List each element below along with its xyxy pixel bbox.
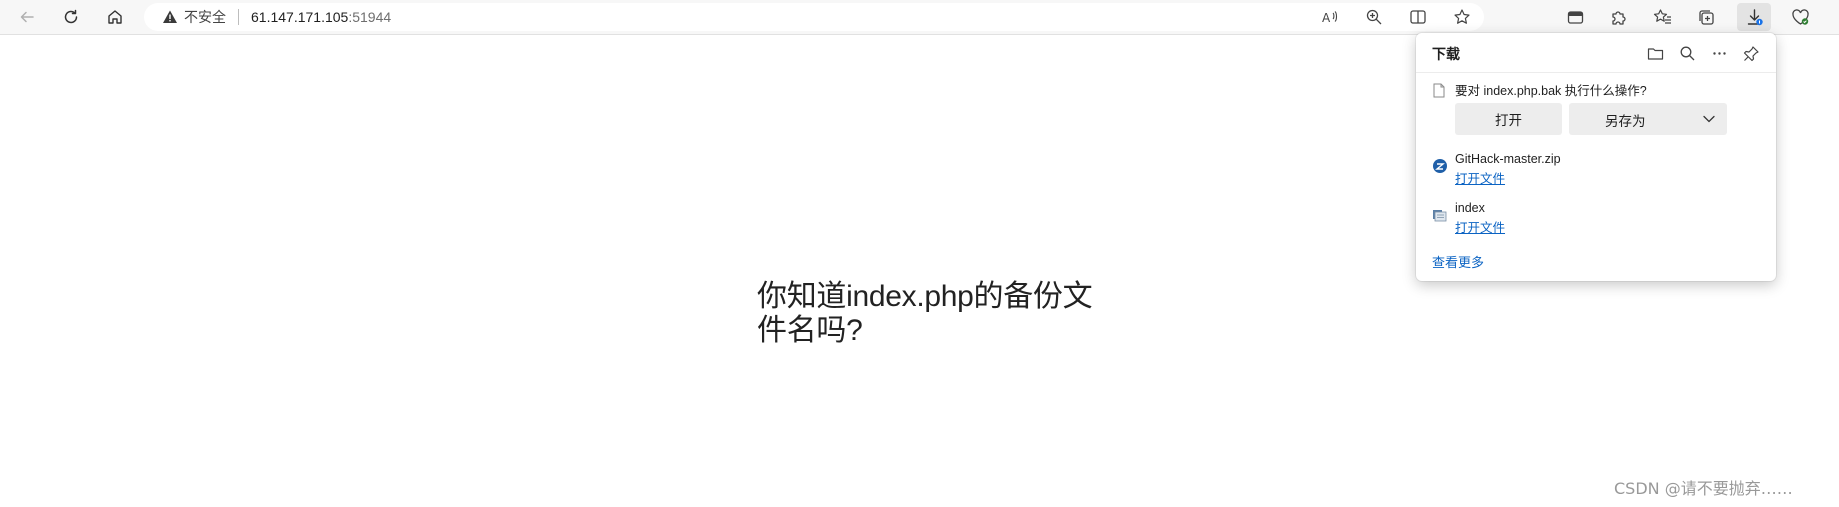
- zip-file-icon: [1433, 159, 1447, 173]
- save-as-label: 另存为: [1605, 114, 1646, 129]
- see-more-link[interactable]: 查看更多: [1432, 252, 1484, 271]
- open-downloads-folder-button[interactable]: [1642, 40, 1668, 66]
- address-bar-actions: A: [1308, 3, 1484, 31]
- downloads-panel: 下载 要对 index.php.bak 执行什么操作? 打开 另存为 GitHa…: [1416, 33, 1776, 281]
- blank-file-icon: [1433, 83, 1445, 98]
- pin-panel-button[interactable]: [1738, 40, 1764, 66]
- back-button[interactable]: [12, 3, 42, 31]
- collections-button[interactable]: [1689, 3, 1723, 31]
- puzzle-icon: [1611, 10, 1626, 25]
- pending-download-item: 要对 index.php.bak 执行什么操作? 打开 另存为: [1416, 73, 1776, 143]
- split-screen-icon: [1410, 10, 1426, 24]
- download-file-name: GitHack-master.zip: [1455, 152, 1561, 166]
- favorite-button[interactable]: [1440, 3, 1484, 31]
- star-icon: [1454, 9, 1470, 24]
- open-button[interactable]: 打开: [1455, 103, 1562, 135]
- search-downloads-button[interactable]: [1674, 40, 1700, 66]
- folder-icon: [1647, 47, 1663, 60]
- tab-actions-button[interactable]: [1558, 3, 1592, 31]
- download-item[interactable]: index 打开文件: [1416, 197, 1776, 241]
- refresh-icon: [64, 9, 78, 24]
- page-main-text: 你知道index.php的备份文件名吗?: [757, 280, 1093, 347]
- download-file-name: index: [1455, 201, 1485, 215]
- read-aloud-icon: A: [1322, 11, 1338, 25]
- zoom-in-icon: [1366, 9, 1382, 25]
- home-button[interactable]: [100, 3, 130, 31]
- zoom-button[interactable]: [1352, 3, 1396, 31]
- downloads-panel-header: 下载: [1416, 33, 1776, 73]
- url-host: 61.147.171.105: [251, 9, 349, 25]
- watermark-text: CSDN @请不要抛弃……: [1614, 479, 1793, 498]
- more-options-button[interactable]: [1706, 40, 1732, 66]
- extensions-button[interactable]: [1601, 3, 1635, 31]
- downloads-panel-title: 下载: [1432, 46, 1460, 62]
- home-icon: [108, 10, 122, 24]
- tab-actions-icon: [1567, 10, 1583, 24]
- save-as-button[interactable]: 另存为: [1569, 103, 1727, 135]
- download-item[interactable]: GitHack-master.zip 打开文件: [1416, 148, 1776, 192]
- arrow-left-icon: [20, 11, 34, 23]
- download-prompt-text: 要对 index.php.bak 执行什么操作?: [1455, 84, 1647, 98]
- download-icon: [1747, 8, 1763, 25]
- search-icon: [1680, 46, 1694, 60]
- split-screen-button[interactable]: [1396, 3, 1440, 31]
- generic-file-icon: [1433, 210, 1447, 222]
- more-horizontal-icon: [1712, 51, 1726, 55]
- open-file-link[interactable]: 打开文件: [1455, 168, 1505, 187]
- read-aloud-button[interactable]: A: [1308, 3, 1352, 31]
- collections-icon: [1698, 9, 1714, 25]
- browser-toolbar: 不安全 61.147.171.105:51944 A: [0, 0, 1839, 35]
- favorites-button[interactable]: [1645, 3, 1679, 31]
- security-status-label[interactable]: 不安全: [184, 7, 226, 27]
- open-file-link[interactable]: 打开文件: [1455, 217, 1505, 236]
- address-separator: [238, 9, 239, 25]
- downloads-button[interactable]: [1737, 3, 1771, 31]
- heart-pulse-icon: [1791, 8, 1809, 25]
- warning-icon: [162, 9, 178, 25]
- refresh-button[interactable]: [56, 3, 86, 31]
- favorites-list-icon: [1653, 8, 1671, 24]
- chevron-down-icon[interactable]: [1702, 113, 1716, 125]
- pin-icon: [1743, 45, 1759, 61]
- address-bar[interactable]: 不安全 61.147.171.105:51944 A: [144, 3, 1484, 31]
- svg-text:A: A: [1322, 11, 1331, 25]
- url-port: :51944: [348, 9, 392, 25]
- browser-essentials-button[interactable]: [1783, 3, 1817, 31]
